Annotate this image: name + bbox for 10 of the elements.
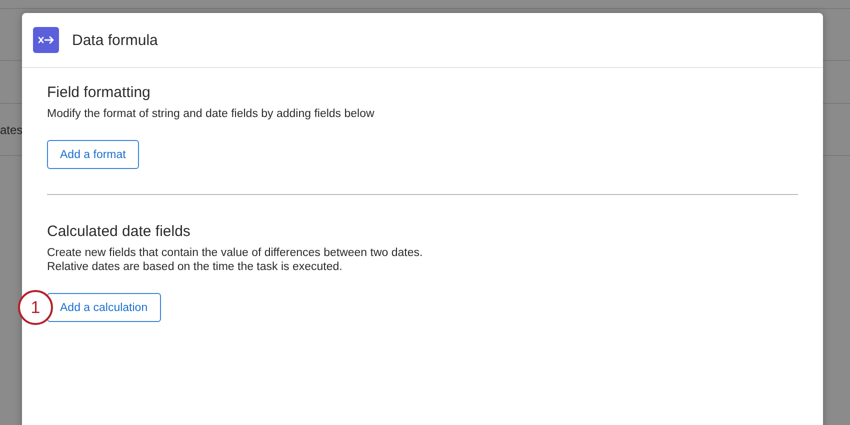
section-description: Create new fields that contain the value of differences between two dates. Relative dates are based on the time the task is executed. (47, 246, 423, 274)
section-heading: Calculated date fields (47, 223, 190, 240)
dialog-title: Data formula (72, 32, 158, 48)
section-heading: Field formatting (47, 84, 150, 101)
row-label: ates (0, 122, 23, 136)
add-button[interactable]: Add a calculation (47, 293, 161, 322)
step-number: 1 (18, 290, 53, 325)
add-button[interactable]: Add a format (47, 140, 139, 169)
section-description: Modify the format of string and date fields by adding fields below (47, 107, 374, 121)
formula-icon (33, 27, 59, 53)
